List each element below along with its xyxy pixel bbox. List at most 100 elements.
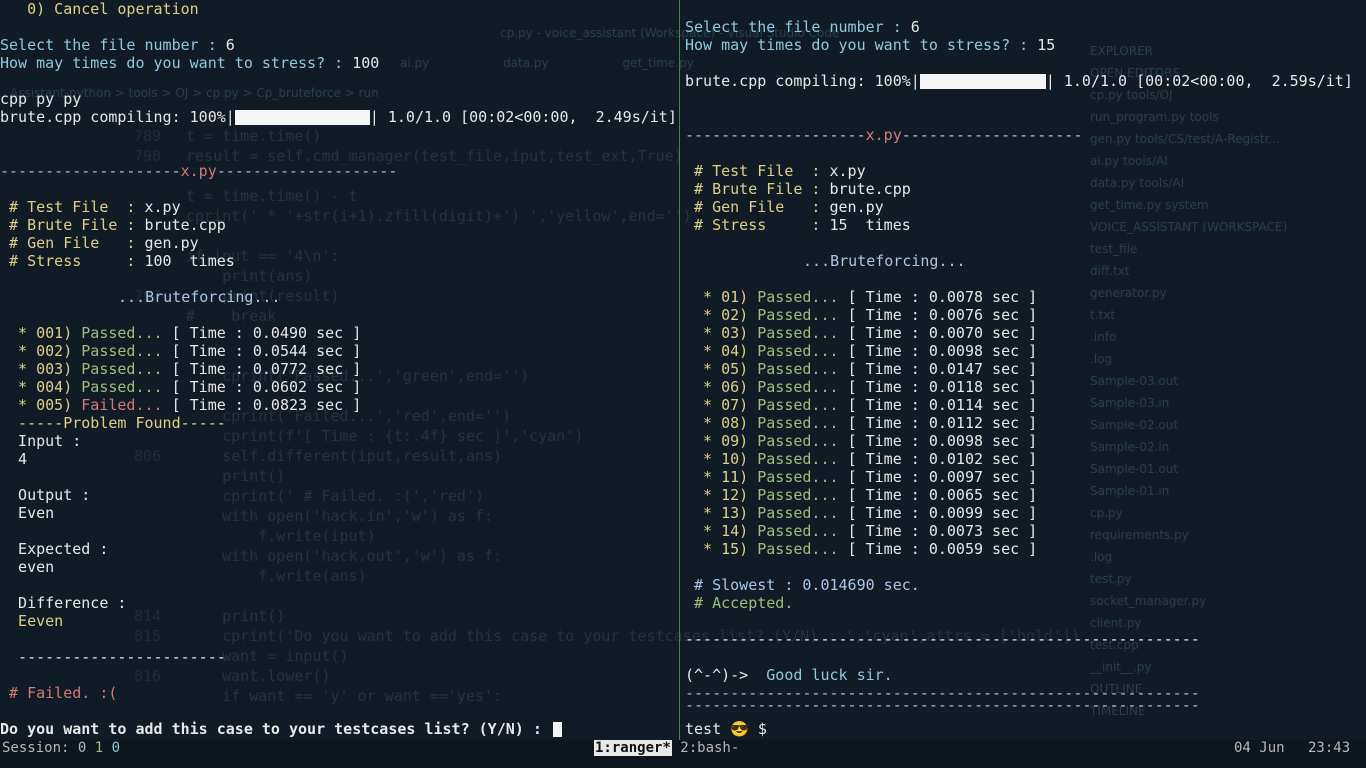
result-row: * 14) Passed... [ Time : 0.0073 sec ] [685,522,1037,540]
result-row: * 12) Passed... [ Time : 0.0065 sec ] [685,486,1037,504]
info-value: brute.cpp [144,216,226,234]
result-number: * 03) [685,324,758,342]
divider-dashes: -------------------- [685,126,866,144]
expected-label: Expected : [0,540,109,558]
result-time: [ Time : 0.0544 sec ] [171,342,362,360]
result-row: * 04) Passed... [ Time : 0.0098 sec ] [685,342,1037,360]
good-luck-text: Good luck sir. [748,666,893,684]
status-time: 23:43 [1308,740,1351,756]
result-row: * 09) Passed... [ Time : 0.0098 sec ] [685,432,1037,450]
result-status: Passed... [757,378,848,396]
result-number: * 002) [0,342,82,360]
compile-label: brute.cpp compiling: 100%| [685,72,920,90]
result-row: * 003) Passed... [ Time : 0.0772 sec ] [0,360,361,378]
accepted-message: # Accepted. [685,594,794,612]
add-testcase-prompt[interactable]: Do you want to add this case to your tes… [0,720,562,738]
info-brute-file: # Brute File : brute.cpp [685,180,911,198]
section-divider: --------------------x.py----------------… [0,162,397,180]
result-number: * 06) [685,378,758,396]
result-number: * 003) [0,360,82,378]
result-row: * 06) Passed... [ Time : 0.0118 sec ] [685,378,1037,396]
result-status: Passed... [757,486,848,504]
terminal-pane-right[interactable]: Select the file number : 6 How may times… [681,0,1366,740]
info-value: brute.cpp [829,180,911,198]
info-value: x.py [144,198,181,216]
good-luck-line: (^-^)-> Good luck sir. [685,666,893,684]
result-number: * 15) [685,540,758,558]
result-status: Passed... [757,468,848,486]
result-number: * 05) [685,360,758,378]
result-number: * 005) [0,396,82,414]
result-status: Passed... [757,342,848,360]
info-label: # Brute File : [0,216,145,234]
result-status: Passed... [757,306,848,324]
result-time: [ Time : 0.0076 sec ] [847,306,1038,324]
compile-progress: brute.cpp compiling: 100%| | 1.0/1.0 [00:… [0,108,677,126]
info-value: 100 times [144,252,235,270]
session-index: 0 [103,740,121,756]
bruteforcing-banner: ...Bruteforcing... [118,288,281,306]
stress-count-line: How may times do you want to stress? : 1… [685,36,1055,54]
select-file-line: Select the file number : 6 [0,36,235,54]
shell-prompt[interactable]: test 😎 $ [685,720,776,738]
result-time: [ Time : 0.0098 sec ] [847,432,1038,450]
progress-bar [919,74,1046,89]
result-status: Passed... [757,432,848,450]
info-label: # Test File : [685,162,830,180]
input-label: Input : [0,432,82,450]
result-row: * 11) Passed... [ Time : 0.0097 sec ] [685,468,1037,486]
result-number: * 09) [685,432,758,450]
result-number: * 01) [685,288,758,306]
result-time: [ Time : 0.0065 sec ] [847,486,1038,504]
select-value: 6 [225,36,235,54]
compile-stats: | 1.0/1.0 [00:02<00:00, 2.49s/it] [369,108,677,126]
result-number: * 14) [685,522,758,540]
info-gen-file: # Gen File : gen.py [0,234,199,252]
compile-label: brute.cpp compiling: 100%| [0,108,235,126]
result-time: [ Time : 0.0102 sec ] [847,450,1038,468]
result-status: Passed... [757,288,848,306]
result-status: Passed... [757,540,848,558]
session-index: 1 [94,740,104,756]
window-tab-ranger[interactable]: 1:ranger* [594,740,672,756]
info-label: # Gen File : [0,234,145,252]
stress-label: How may times do you want to stress? : [685,36,1038,54]
divider-filename: x.py [865,126,902,144]
divider-filename: x.py [180,162,217,180]
result-number: * 08) [685,414,758,432]
face-text: (^-^)-> [685,666,749,684]
result-row: * 01) Passed... [ Time : 0.0078 sec ] [685,288,1037,306]
stress-value: 15 [1037,36,1056,54]
input-value: 4 [0,450,28,468]
terminal-pane-left[interactable]: 0) Cancel operation Select the file numb… [0,0,679,740]
result-time: [ Time : 0.0114 sec ] [847,396,1038,414]
result-row: * 15) Passed... [ Time : 0.0059 sec ] [685,540,1037,558]
result-status: Passed... [757,450,848,468]
compile-stats: | 1.0/1.0 [00:02<00:00, 2.59s/it] [1045,72,1353,90]
bruteforcing-banner: ...Bruteforcing... [803,252,966,270]
result-row: * 07) Passed... [ Time : 0.0114 sec ] [685,396,1037,414]
result-number: * 004) [0,378,82,396]
separator-line: ----------------------------------------… [685,696,1200,714]
progress-bar [234,110,370,125]
session-label: Session: 0 [2,740,95,756]
separator-line: ----------------------- [0,648,226,666]
sunglasses-emoji-icon: 😎 [730,720,749,738]
result-row: * 002) Passed... [ Time : 0.0544 sec ] [0,342,361,360]
result-number: * 12) [685,486,758,504]
info-stress: # Stress : 15 times [685,216,911,234]
prompt-text: Do you want to add this case to your tes… [0,720,551,738]
result-time: [ Time : 0.0112 sec ] [847,414,1038,432]
prompt-symbol: $ [748,720,776,738]
problem-found-banner: -----Problem Found----- [0,414,226,432]
window-tab-bash[interactable]: 2:bash- [672,740,739,756]
text-cursor[interactable] [552,722,562,737]
stress-count-line: How may times do you want to stress? : 1… [0,54,379,72]
result-status: Passed... [81,342,172,360]
pane-divider[interactable] [679,0,680,740]
info-gen-file: # Gen File : gen.py [685,198,884,216]
result-time: [ Time : 0.0073 sec ] [847,522,1038,540]
result-status: Passed... [757,360,848,378]
info-label: # Gen File : [685,198,830,216]
stress-label: How may times do you want to stress? : [0,54,353,72]
